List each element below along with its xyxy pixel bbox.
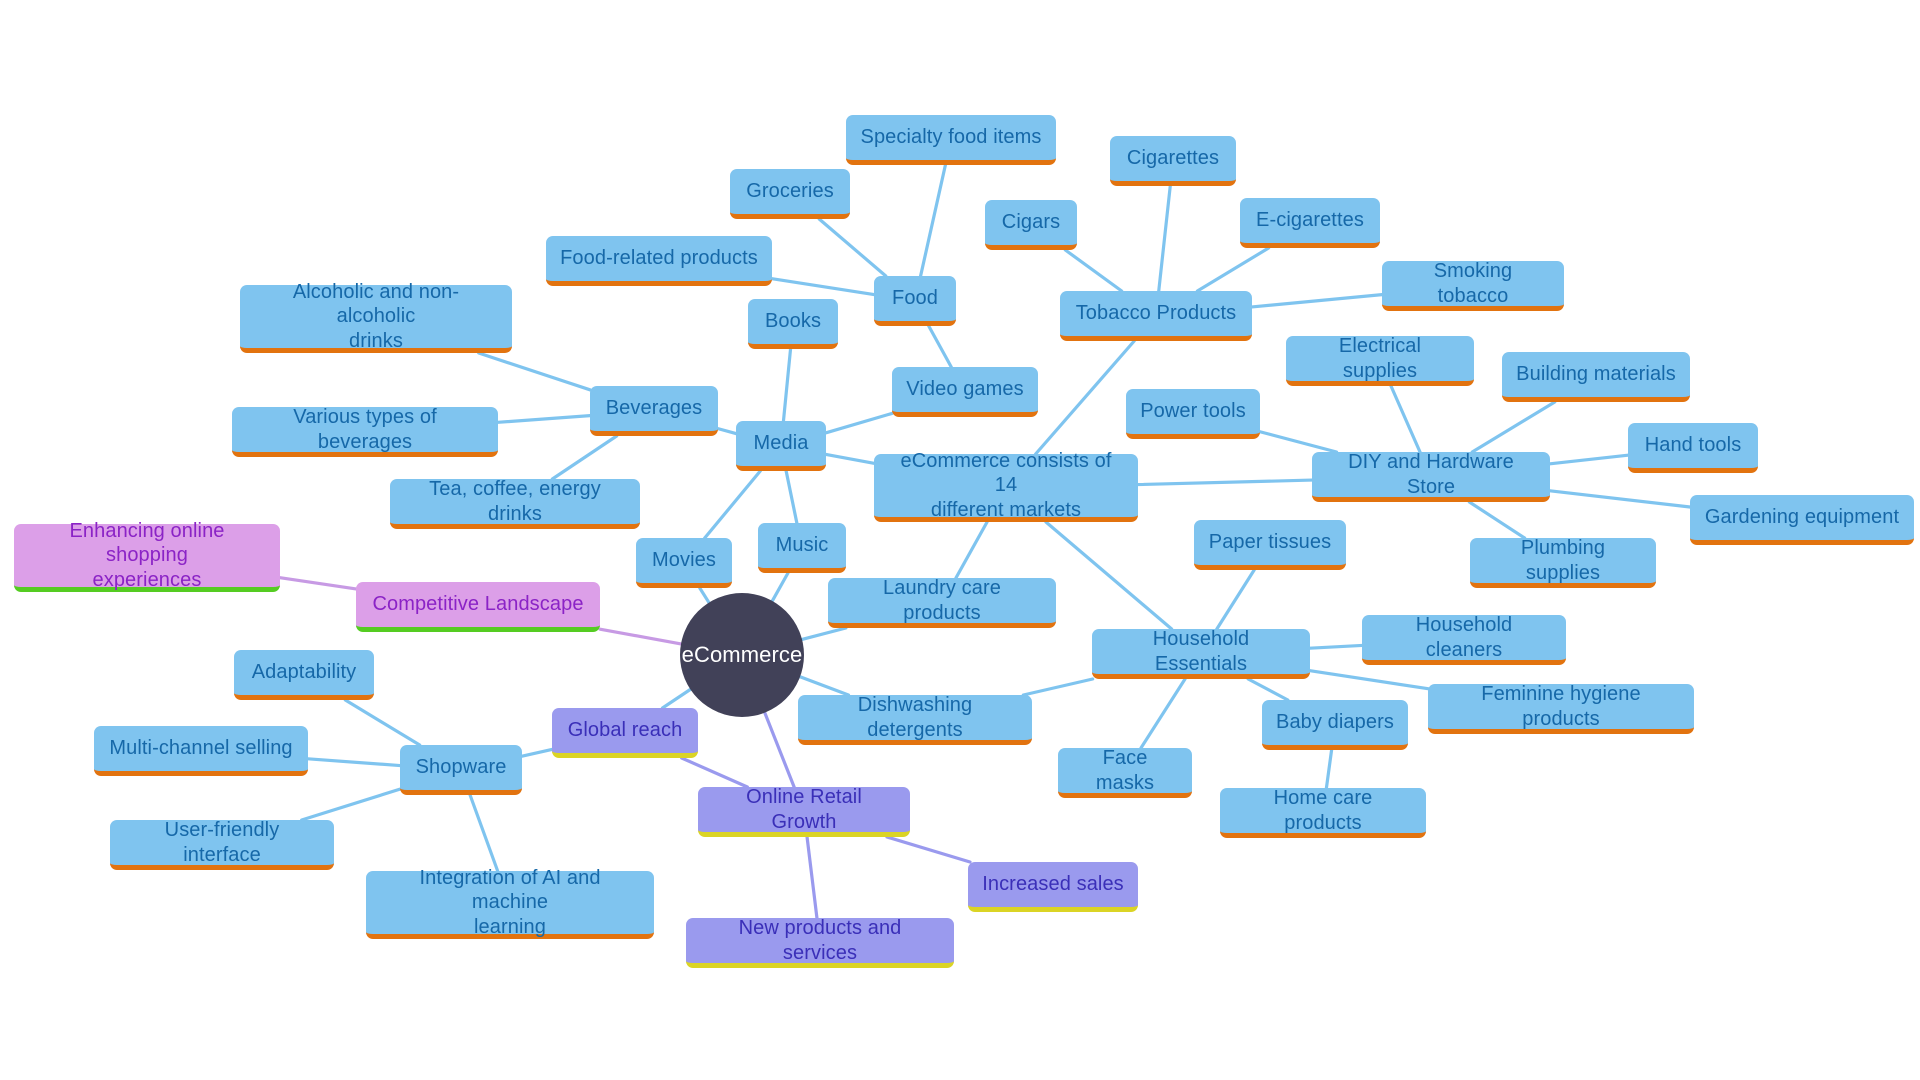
mindmap-node-label: Smoking tobacco	[1433, 260, 1513, 307]
mindmap-node-books[interactable]: Books	[748, 299, 838, 349]
mindmap-node-label: New products and services	[738, 917, 902, 964]
mindmap-node-enhancing-online-shopping[interactable]: Enhancing online shopping experiences	[14, 520, 280, 592]
mindmap-node-movies[interactable]: Movies	[636, 538, 732, 588]
mindmap-node-household-essentials[interactable]: Household Essentials	[1092, 628, 1310, 679]
mindmap-node-smoking-tobacco[interactable]: Smoking tobacco	[1382, 260, 1564, 311]
mindmap-node-label: Cigars	[1001, 211, 1061, 234]
mindmap-node-label: Beverages	[605, 397, 703, 420]
mindmap-node-label: Gardening equipment	[1704, 506, 1900, 529]
mindmap-node-cigarettes[interactable]: Cigarettes	[1110, 136, 1236, 186]
mindmap-canvas: eCommerce Specialty food items Cigarettes G…	[0, 0, 1920, 1080]
mindmap-node-label: Books	[764, 310, 822, 333]
mindmap-node-label: Specialty food items	[860, 126, 1042, 149]
mindmap-node-label: E-cigarettes	[1256, 209, 1364, 232]
node-layer: eCommerce Specialty food items Cigarettes G…	[0, 0, 1920, 1080]
mindmap-node-label: Tobacco Products	[1075, 302, 1237, 325]
mindmap-node-label: Hand tools	[1644, 434, 1742, 457]
mindmap-node-power-tools[interactable]: Power tools	[1126, 389, 1260, 439]
mindmap-node-label: Electrical supplies	[1338, 335, 1422, 382]
mindmap-node-electrical-supplies[interactable]: Electrical supplies	[1286, 335, 1474, 386]
mindmap-node-label: Increased sales	[982, 873, 1124, 896]
mindmap-node-online-retail-growth[interactable]: Online Retail Growth	[698, 786, 910, 837]
mindmap-node-groceries[interactable]: Groceries	[730, 169, 850, 219]
mindmap-hub-node[interactable]: eCommerce	[680, 593, 804, 717]
mindmap-node-plumbing-supplies[interactable]: Plumbing supplies	[1470, 537, 1656, 588]
mindmap-node-competitive-landscape[interactable]: Competitive Landscape	[356, 582, 600, 632]
mindmap-node-label: Video games	[906, 378, 1024, 401]
mindmap-node-label: Building materials	[1516, 363, 1676, 386]
mindmap-node-label: Global reach	[567, 719, 683, 742]
mindmap-node-laundry-care-products[interactable]: Laundry care products	[828, 577, 1056, 628]
mindmap-node-label: Various types of beverages	[293, 406, 437, 453]
mindmap-node-label: Cigarettes	[1126, 147, 1220, 170]
mindmap-node-home-care-products[interactable]: Home care products	[1220, 787, 1426, 838]
mindmap-hub-label: eCommerce	[681, 641, 803, 667]
mindmap-node-label: Face masks	[1095, 747, 1155, 794]
mindmap-node-tobacco-products[interactable]: Tobacco Products	[1060, 291, 1252, 341]
mindmap-node-label: Enhancing online shopping experiences	[69, 519, 225, 591]
mindmap-node-media[interactable]: Media	[736, 421, 826, 471]
mindmap-node-diy-hardware-store[interactable]: DIY and Hardware Store	[1312, 451, 1550, 502]
mindmap-node-label: eCommerce consists of 14 different marke…	[900, 449, 1112, 521]
mindmap-node-increased-sales[interactable]: Increased sales	[968, 862, 1138, 912]
mindmap-node-face-masks[interactable]: Face masks	[1058, 747, 1192, 798]
mindmap-node-paper-tissues[interactable]: Paper tissues	[1194, 520, 1346, 570]
mindmap-node-label: Adaptability	[251, 661, 357, 684]
mindmap-node-new-products-services[interactable]: New products and services	[686, 917, 954, 968]
mindmap-node-label: Movies	[652, 549, 716, 572]
mindmap-node-gardening-equipment[interactable]: Gardening equipment	[1690, 495, 1914, 545]
mindmap-node-label: Plumbing supplies	[1520, 537, 1606, 584]
mindmap-node-label: Music	[775, 534, 829, 557]
mindmap-node-label: Household Essentials	[1152, 628, 1250, 675]
mindmap-node-label: Competitive Landscape	[372, 593, 584, 616]
mindmap-node-label: Food	[892, 287, 938, 310]
mindmap-node-cigars[interactable]: Cigars	[985, 200, 1077, 250]
mindmap-node-feminine-hygiene-products[interactable]: Feminine hygiene products	[1428, 683, 1694, 734]
mindmap-node-video-games[interactable]: Video games	[892, 367, 1038, 417]
mindmap-node-label: DIY and Hardware Store	[1348, 451, 1514, 498]
mindmap-node-building-materials[interactable]: Building materials	[1502, 352, 1690, 402]
mindmap-node-various-beverages[interactable]: Various types of beverages	[232, 406, 498, 457]
mindmap-node-label: User-friendly interface	[164, 819, 280, 866]
mindmap-node-hand-tools[interactable]: Hand tools	[1628, 423, 1758, 473]
mindmap-node-label: Media	[753, 432, 809, 455]
mindmap-node-shopware[interactable]: Shopware	[400, 745, 522, 795]
mindmap-node-e-cigarettes[interactable]: E-cigarettes	[1240, 198, 1380, 248]
mindmap-node-label: Laundry care products	[883, 577, 1001, 624]
mindmap-node-label: Paper tissues	[1208, 531, 1332, 554]
mindmap-node-global-reach[interactable]: Global reach	[552, 708, 698, 758]
mindmap-node-food-related-products[interactable]: Food-related products	[546, 236, 772, 286]
mindmap-node-multi-channel-selling[interactable]: Multi-channel selling	[94, 726, 308, 776]
mindmap-node-music[interactable]: Music	[758, 523, 846, 573]
mindmap-node-food[interactable]: Food	[874, 276, 956, 326]
mindmap-node-label: Shopware	[415, 756, 507, 779]
mindmap-node-label: Tea, coffee, energy drinks	[429, 478, 601, 525]
mindmap-node-baby-diapers[interactable]: Baby diapers	[1262, 700, 1408, 750]
mindmap-node-label: Alcoholic and non-alcoholic drinks	[292, 280, 460, 352]
mindmap-node-tea-coffee-energy-drinks[interactable]: Tea, coffee, energy drinks	[390, 478, 640, 529]
mindmap-node-label: Dishwashing detergents	[857, 694, 973, 741]
mindmap-node-household-cleaners[interactable]: Household cleaners	[1362, 614, 1566, 665]
mindmap-node-dishwashing-detergents[interactable]: Dishwashing detergents	[798, 694, 1032, 745]
mindmap-node-label: Household cleaners	[1415, 614, 1513, 661]
mindmap-node-label: Online Retail Growth	[746, 786, 862, 833]
mindmap-node-alcoholic-non-alcoholic[interactable]: Alcoholic and non-alcoholic drinks	[240, 281, 512, 353]
mindmap-node-label: Food-related products	[560, 247, 758, 270]
mindmap-node-label: Integration of AI and machine learning	[419, 866, 601, 938]
mindmap-node-beverages[interactable]: Beverages	[590, 386, 718, 436]
mindmap-node-label: Feminine hygiene products	[1481, 683, 1641, 730]
mindmap-node-label: Groceries	[746, 180, 834, 203]
mindmap-node-label: Power tools	[1140, 400, 1246, 423]
mindmap-node-ecommerce-14-markets[interactable]: eCommerce consists of 14 different marke…	[874, 450, 1138, 522]
mindmap-node-user-friendly-interface[interactable]: User-friendly interface	[110, 819, 334, 870]
mindmap-node-label: Baby diapers	[1276, 711, 1394, 734]
mindmap-node-specialty-food-items[interactable]: Specialty food items	[846, 115, 1056, 165]
mindmap-node-integration-ai-ml[interactable]: Integration of AI and machine learning	[366, 867, 654, 939]
mindmap-node-label: Multi-channel selling	[109, 737, 293, 760]
mindmap-node-adaptability[interactable]: Adaptability	[234, 650, 374, 700]
mindmap-node-label: Home care products	[1273, 787, 1373, 834]
